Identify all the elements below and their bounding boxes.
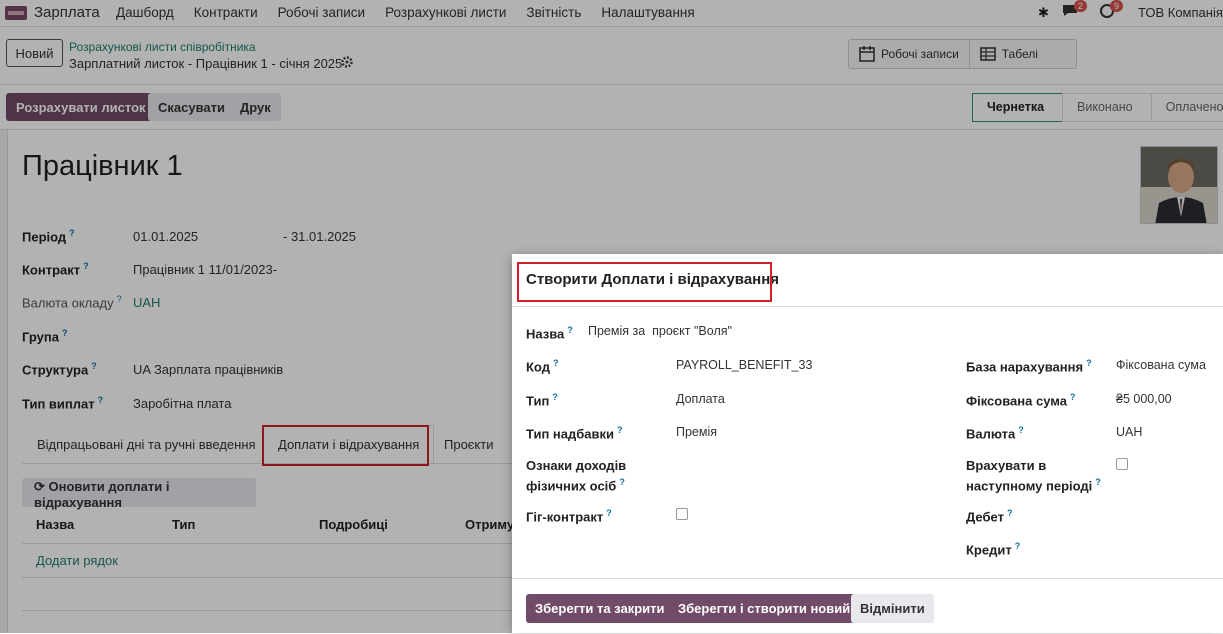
dialog-name-field[interactable]: Премія за проєкт "Воля" [588,324,732,338]
dialog-base-field[interactable]: Фіксована сума [1116,358,1206,372]
dialog-name-label: Назва? [526,325,573,342]
dialog-footer: Зберегти та закрити Зберегти і створити … [512,578,1223,634]
dialog-fixed-label: Фіксована сума? [966,392,1076,409]
dialog-code-label: Код? [526,358,559,375]
dialog-fixed-field[interactable]: ₴5 000,00 [1116,392,1172,406]
dialog-title: Створити Доплати і відрахування [526,271,780,288]
dialog-income-label: Ознаки доходів фізичних осіб? [526,458,627,494]
save-new-button[interactable]: Зберегти і створити новий [669,594,860,623]
dialog-debit-label: Дебет? [966,508,1013,525]
dialog-type-field[interactable]: Доплата [676,392,725,406]
dialog-base-label: База нарахування? [966,358,1092,375]
save-close-button[interactable]: Зберегти та закрити [526,594,674,623]
dialog-next-period-label: Врахувати в наступному періоді? [966,458,1101,494]
discard-button[interactable]: Відмінити [851,594,934,623]
dialog-allowance-field[interactable]: Премія [676,425,717,439]
dialog-allowance-label: Тип надбавки? [526,425,623,442]
dialog-type-label: Тип? [526,392,558,409]
gig-contract-checkbox[interactable] [676,508,688,520]
dialog-currency-label: Валюта? [966,425,1024,442]
dialog-gig-label: Гіг-контракт? [526,508,612,525]
dialog-code-field[interactable]: PAYROLL_BENEFIT_33 [676,358,812,372]
next-period-checkbox[interactable] [1116,458,1128,470]
dialog-header: Створити Доплати і відрахування [512,254,1223,307]
dialog-currency-field[interactable]: UAH [1116,425,1142,439]
dialog-credit-label: Кредит? [966,541,1021,558]
create-benefit-dialog: Створити Доплати і відрахування Назва? П… [512,254,1223,633]
